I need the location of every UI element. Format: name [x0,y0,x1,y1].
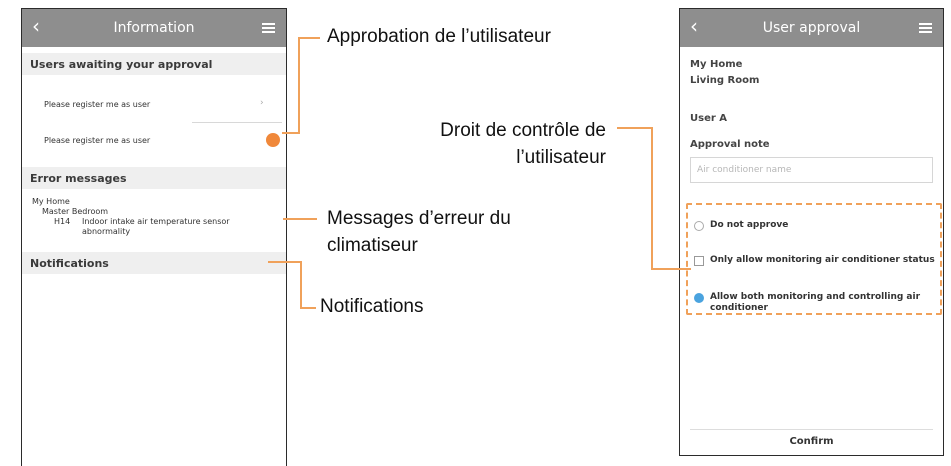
error-code: H14 [54,217,71,226]
information-screen: ‹ Information Users awaiting your approv… [21,8,287,466]
callout-line [300,261,302,309]
menu-icon[interactable] [919,23,932,33]
approval-note-label: Approval note [690,139,770,150]
callout-line [651,268,691,270]
annotation-approval: Approbation de l’utilisateur [327,26,551,47]
error-room: Master Bedroom [42,207,109,216]
callout-line [300,307,316,309]
section-error-messages: Error messages [22,167,286,189]
annotation-control-rights-line2: l’utilisateur [516,147,606,168]
callout-line [283,218,317,220]
annotation-error-messages-line1: Messages d’erreur du [327,208,511,229]
approval-note-input[interactable]: Air conditioner name [690,157,933,183]
home-name: My Home [690,59,743,70]
error-home: My Home [32,197,70,206]
screen-title: User approval [762,20,861,36]
confirm-button[interactable]: Confirm [690,429,933,451]
callout-line [651,127,653,270]
callout-line [617,127,653,129]
callout-line [298,37,320,39]
menu-icon[interactable] [262,23,275,33]
annotation-notifications: Notifications [320,296,424,317]
annotation-control-rights-line1: Droit de contrôle de [440,120,606,141]
unread-indicator-dot [266,133,280,147]
app-bar: ‹ User approval [680,9,943,47]
approval-request-2[interactable]: Please register me as user [44,136,150,145]
room-name: Living Room [690,75,760,86]
section-notifications[interactable]: Notifications [22,252,286,274]
screen-title: Information [113,20,195,36]
chevron-right-icon: › [260,98,264,108]
section-users-awaiting: Users awaiting your approval [22,53,286,75]
error-description: Indoor intake air temperature sensor abn… [82,217,230,236]
callout-line [282,132,300,134]
app-bar: ‹ Information [22,9,286,47]
approval-request-1[interactable]: Please register me as user [44,100,150,109]
callout-line [298,37,300,134]
options-highlight-box [686,203,942,315]
callout-line [268,261,302,263]
divider [192,122,282,123]
annotation-error-messages-line2: climatiseur [327,235,418,256]
user-name: User A [690,113,728,124]
